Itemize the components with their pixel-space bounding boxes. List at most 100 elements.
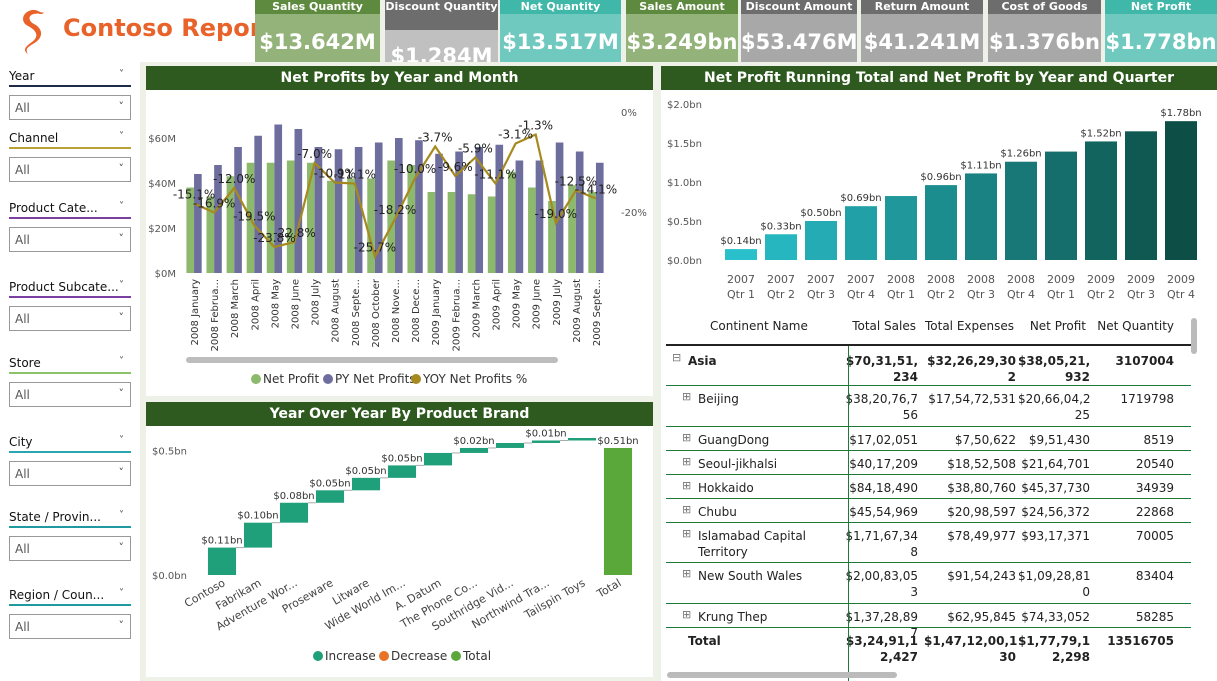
bar-net-profit[interactable] <box>447 192 456 273</box>
slicer-dropdown[interactable]: All ˅ <box>9 227 131 252</box>
bar-quarter[interactable] <box>1085 141 1117 260</box>
table-row[interactable]: ⊞ Krung Thep $1,37,28,89 7 $62,95,845 $74,33… <box>666 604 1191 640</box>
table-row[interactable]: ⊞ Seoul-jikhalsi $40,17,209 $18,52,508 $21,6… <box>666 451 1191 475</box>
x-axis-tick: 2008 <box>967 273 995 286</box>
table-row[interactable]: ⊞ Beijing $38,20,76,7 56 $17,54,72,531 $20,6… <box>666 386 1191 427</box>
bar-quarter[interactable] <box>1045 151 1077 260</box>
bar-net-profit[interactable] <box>286 160 295 274</box>
bar-py-net-profit[interactable] <box>595 162 604 273</box>
expand-icon[interactable]: ⊞ <box>682 567 691 580</box>
bar-py-net-profit[interactable] <box>415 140 423 273</box>
table-row[interactable]: ⊞ Islamabad Capital Territory $1,71,67,34 … <box>666 523 1191 563</box>
bar-net-profit[interactable] <box>427 192 436 273</box>
legend-label: Decrease <box>391 649 447 663</box>
expand-icon[interactable]: ⊞ <box>682 503 691 516</box>
bar-total[interactable] <box>603 447 633 575</box>
table-row[interactable]: ⊞ Hokkaido $84,18,490 $38,80,760 $45,37,730 3… <box>666 475 1191 499</box>
y-axis-tick: $0.5bn <box>667 217 702 228</box>
bar-net-profit[interactable] <box>367 178 375 274</box>
chevron-down-icon[interactable]: ˅ <box>119 69 124 80</box>
vertical-scrollbar[interactable] <box>1191 318 1197 354</box>
slicer-label: City <box>9 435 33 449</box>
bar-quarter[interactable] <box>725 249 757 260</box>
table-row[interactable]: ⊟ Asia $70,31,51, 234 $32,26,29,30 2 $38,05,… <box>666 348 1191 386</box>
x-axis-tick: Qtr 4 <box>1167 288 1195 301</box>
column-header[interactable]: Net Quantity <box>1094 319 1174 333</box>
cell-expenses: $7,50,622 <box>954 433 1016 447</box>
expand-icon[interactable]: ⊞ <box>682 431 691 444</box>
bar-net-profit[interactable] <box>528 187 536 274</box>
bar-net-profit[interactable] <box>507 171 516 273</box>
bar-quarter[interactable] <box>925 185 957 260</box>
bar-py-net-profit[interactable] <box>495 144 504 273</box>
bar-py-net-profit[interactable] <box>515 160 524 274</box>
bar-increase[interactable] <box>243 522 273 548</box>
slicer-dropdown[interactable]: All ˅ <box>9 536 131 561</box>
slicer-dropdown[interactable]: All ˅ <box>9 157 131 182</box>
column-header[interactable]: Net Profit <box>1016 319 1086 333</box>
column-header[interactable]: Continent Name <box>710 319 820 333</box>
slicer-dropdown[interactable]: All ˅ <box>9 306 131 331</box>
bar-increase[interactable] <box>567 438 597 441</box>
bar-py-net-profit[interactable] <box>254 135 262 273</box>
expand-icon[interactable]: ⊞ <box>682 527 691 540</box>
bar-increase[interactable] <box>531 440 561 443</box>
bar-net-profit[interactable] <box>487 196 496 274</box>
expand-icon[interactable]: ⊞ <box>682 390 691 403</box>
chevron-down-icon[interactable]: ˅ <box>119 435 124 446</box>
chevron-down-icon[interactable]: ˅ <box>119 201 124 212</box>
chevron-down-icon[interactable]: ˅ <box>119 356 124 367</box>
bar-net-profit[interactable] <box>467 194 476 273</box>
table-row[interactable]: ⊞ Chubu $45,54,969 $20,98,597 $24,56,372 2286… <box>666 499 1191 523</box>
chevron-down-icon[interactable]: ˅ <box>119 510 124 521</box>
column-header[interactable]: Total Expenses <box>924 319 1014 333</box>
slicer-dropdown[interactable]: All ˅ <box>9 95 131 120</box>
bar-increase[interactable] <box>351 477 381 491</box>
bar-py-net-profit[interactable] <box>575 151 584 274</box>
bar-increase[interactable] <box>387 465 417 478</box>
table-row[interactable]: ⊞ GuangDong $17,02,051 $7,50,622 $9,51,430 85… <box>666 427 1191 451</box>
expand-icon[interactable]: ⊞ <box>682 455 691 468</box>
total-row[interactable]: Total $3,24,91,1 2,427 $1,47,12,00,1 30 $1,… <box>666 628 1191 668</box>
bar-quarter[interactable] <box>805 221 837 260</box>
bar-net-profit[interactable] <box>327 180 335 273</box>
bar-quarter[interactable] <box>845 206 877 260</box>
slicer-dropdown[interactable]: All ˅ <box>9 382 131 407</box>
table-row[interactable]: ⊞ New South Wales $2,00,83,05 3 $91,54,243 $… <box>666 563 1191 604</box>
column-header[interactable]: Total Sales <box>836 319 916 333</box>
bar-increase[interactable] <box>315 490 345 503</box>
slicer-dropdown[interactable]: All ˅ <box>9 461 131 486</box>
chevron-down-icon[interactable]: ˅ <box>119 131 124 142</box>
x-axis-tick: 2009 <box>1047 273 1075 286</box>
chevron-down-icon: ˅ <box>118 387 125 400</box>
horizontal-scrollbar[interactable] <box>667 672 897 678</box>
bar-quarter[interactable] <box>885 196 917 260</box>
expand-icon[interactable]: ⊞ <box>682 608 691 621</box>
bar-increase[interactable] <box>207 547 237 575</box>
x-axis-tick: Qtr 4 <box>1007 288 1035 301</box>
bar-quarter[interactable] <box>1165 121 1197 260</box>
slicer-value: All <box>15 542 30 556</box>
chart-scrollbar[interactable] <box>186 357 558 363</box>
bar-increase[interactable] <box>495 442 525 448</box>
slicer-dropdown[interactable]: All ˅ <box>9 614 131 639</box>
bar-quarter[interactable] <box>965 173 997 260</box>
bar-net-profit[interactable] <box>588 192 596 273</box>
bar-increase[interactable] <box>459 447 489 453</box>
bar-py-net-profit[interactable] <box>274 124 283 274</box>
chevron-down-icon[interactable]: ˅ <box>119 588 124 599</box>
slicer-underline <box>9 526 131 528</box>
bar-quarter[interactable] <box>765 234 797 260</box>
collapse-icon[interactable]: ⊟ <box>672 351 681 364</box>
x-axis-tick: 2008 Dece... <box>411 279 422 343</box>
bar-increase[interactable] <box>423 452 453 466</box>
cell-expenses: $38,80,760 <box>947 481 1016 495</box>
bar-net-profit[interactable] <box>347 178 355 274</box>
x-axis-tick: Qtr 4 <box>847 288 875 301</box>
kpi-label: Sales Quantity <box>255 0 380 14</box>
bar-increase[interactable] <box>279 502 309 523</box>
expand-icon[interactable]: ⊞ <box>682 479 691 492</box>
chevron-down-icon[interactable]: ˅ <box>119 280 124 291</box>
bar-quarter[interactable] <box>1005 161 1037 260</box>
bar-quarter[interactable] <box>1125 131 1157 260</box>
